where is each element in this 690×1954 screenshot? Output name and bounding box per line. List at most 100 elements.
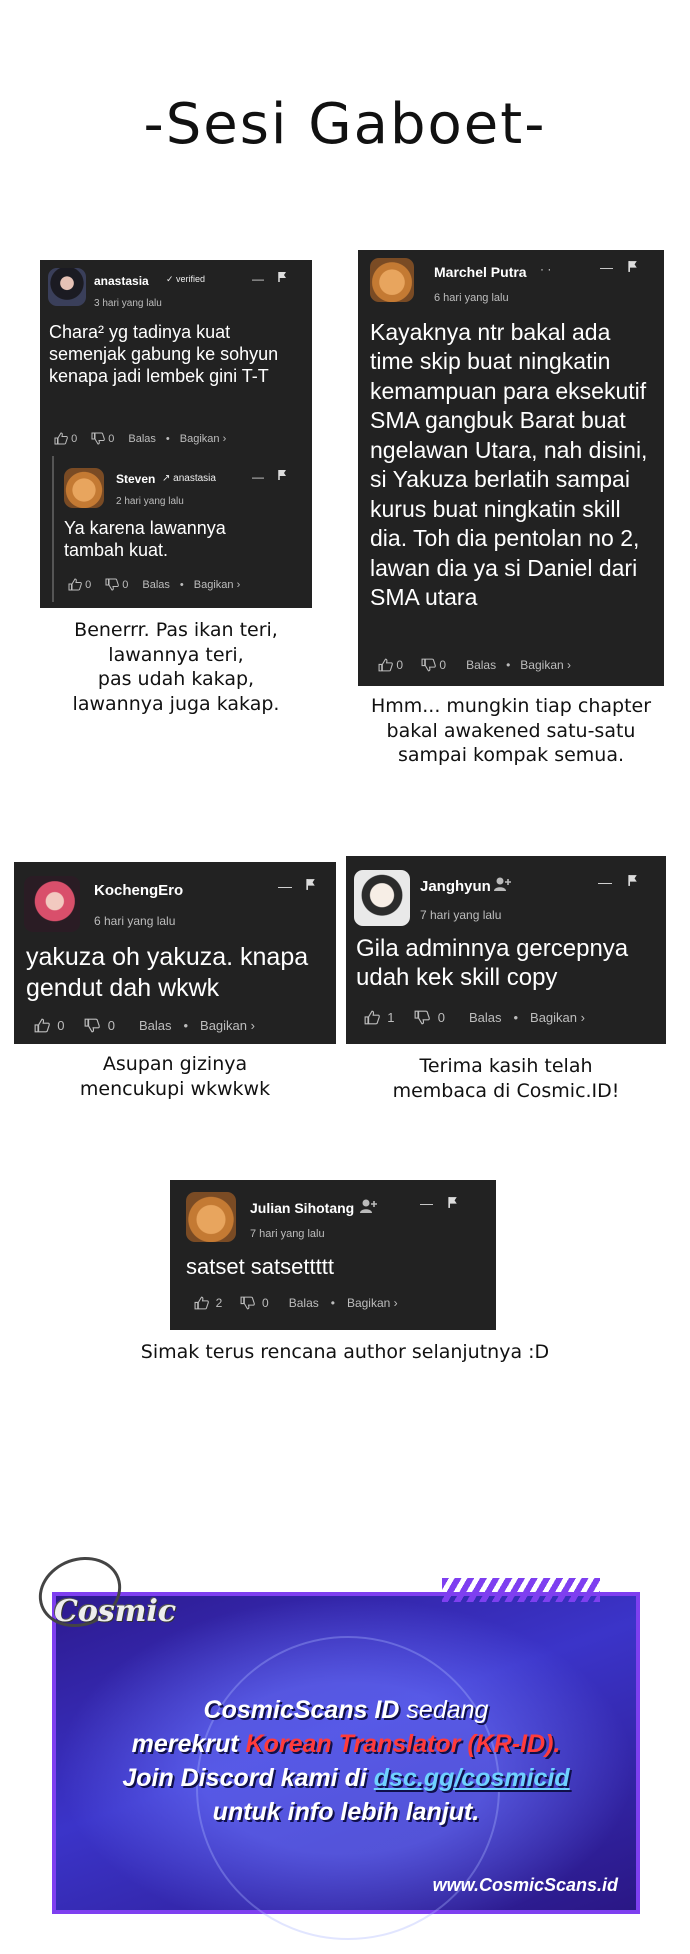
avatar[interactable] xyxy=(48,268,86,306)
thumb-up-icon xyxy=(378,658,393,672)
thumb-up-icon xyxy=(34,1018,50,1033)
flag-icon[interactable] xyxy=(278,469,288,481)
flag-icon[interactable] xyxy=(628,874,639,887)
banner-line-2: merekrut Korean Translator (KR-ID). xyxy=(131,1730,561,1758)
share-button[interactable]: Bagikan › xyxy=(520,658,571,672)
caption-2: Hmm... mungkin tiap chapter bakal awakene… xyxy=(370,695,652,767)
reply-to[interactable]: ↗ anastasia xyxy=(162,473,216,484)
banner-line-3: Join Discord kami di dsc.gg/cosmicid xyxy=(122,1764,570,1792)
banner-site-link[interactable]: www.CosmicScans.id xyxy=(433,1875,618,1896)
like-button[interactable]: 1 xyxy=(364,1010,394,1025)
avatar[interactable] xyxy=(24,876,80,932)
reply-text: Ya karena lawannya tambah kuat. xyxy=(64,518,226,560)
comment-text: satset satsettttt xyxy=(186,1254,334,1279)
banner-stripes xyxy=(442,1578,600,1602)
minimize-icon[interactable]: — xyxy=(252,272,264,286)
comment-actions: 1 0 Balas • Bagikan › xyxy=(364,1010,585,1025)
comment-time: 7 hari yang lalu xyxy=(250,1228,325,1240)
like-button[interactable]: 0 xyxy=(68,578,91,591)
reply-button[interactable]: Balas xyxy=(142,579,170,591)
comment-username[interactable]: KochengEro xyxy=(94,882,183,899)
comment-text: Kayaknya ntr bakal ada time skip buat ni… xyxy=(370,319,648,610)
like-button[interactable]: 0 xyxy=(378,658,403,672)
dislike-button[interactable]: 0 xyxy=(84,1018,115,1033)
minimize-icon[interactable]: — xyxy=(278,878,292,894)
thumb-down-icon xyxy=(421,658,436,672)
add-user-icon[interactable] xyxy=(360,1198,378,1214)
discord-link[interactable]: dsc.gg/cosmicid xyxy=(374,1764,570,1792)
comment-time: 7 hari yang lalu xyxy=(420,908,502,922)
reply-time: 2 hari yang lalu xyxy=(116,496,184,507)
thumb-up-icon xyxy=(194,1296,209,1310)
share-button[interactable]: Bagikan › xyxy=(194,579,240,591)
comment-username[interactable]: anastasia xyxy=(94,274,149,288)
minimize-icon[interactable]: — xyxy=(600,260,613,275)
page-title: -Sesi Gaboet- xyxy=(143,92,547,157)
comment-time: 6 hari yang lalu xyxy=(434,292,509,304)
avatar[interactable] xyxy=(370,258,414,302)
thumb-down-icon xyxy=(415,1010,431,1025)
like-button[interactable]: 0 xyxy=(54,432,77,445)
reply-button[interactable]: Balas xyxy=(139,1018,172,1033)
caption-5: Simak terus rencana author selanjutnya :… xyxy=(140,1341,550,1363)
comment-card-anastasia: anastasia ✓ verified — 3 hari yang lalu … xyxy=(40,260,312,608)
avatar[interactable] xyxy=(64,468,104,508)
share-button[interactable]: Bagikan › xyxy=(200,1018,255,1033)
flag-icon[interactable] xyxy=(448,1196,459,1209)
banner-line-1: CosmicScans ID sedang xyxy=(203,1696,489,1724)
reply-button[interactable]: Balas xyxy=(469,1010,502,1025)
comment-time: 3 hari yang lalu xyxy=(94,298,162,309)
thumb-down-icon xyxy=(240,1296,256,1310)
like-button[interactable]: 0 xyxy=(34,1018,64,1033)
add-user-icon[interactable] xyxy=(494,876,512,892)
thread-line xyxy=(52,456,54,602)
cosmic-logo: Cosmic xyxy=(28,1545,176,1639)
comment-text: Gila adminnya gercepnya udah kek skill c… xyxy=(356,935,629,992)
dislike-button[interactable]: 0 xyxy=(414,1010,445,1025)
comment-username[interactable]: Marchel Putra xyxy=(434,264,527,280)
comment-username[interactable]: Janghyun xyxy=(420,878,491,895)
thumb-up-icon xyxy=(364,1010,380,1025)
comment-time: 6 hari yang lalu xyxy=(94,914,176,928)
flag-icon[interactable] xyxy=(278,271,288,283)
caption-1: Benerrr. Pas ikan teri, lawannya teri, pas… xyxy=(72,619,280,716)
dislike-button[interactable]: 0 xyxy=(240,1296,269,1310)
avatar[interactable] xyxy=(186,1192,236,1242)
dislike-button[interactable]: 0 xyxy=(421,658,446,672)
comment-card-janghyun: Janghyun — 7 hari yang lalu Gila adminny… xyxy=(346,856,666,1044)
comment-card-julian: Julian Sihotang — 7 hari yang lalu satse… xyxy=(170,1180,496,1330)
comment-username[interactable]: Julian Sihotang xyxy=(250,1200,354,1216)
reply-button[interactable]: Balas xyxy=(466,658,496,672)
more-icon[interactable]: · · xyxy=(540,262,551,276)
share-button[interactable]: Bagikan › xyxy=(530,1010,585,1025)
thumb-down-icon xyxy=(91,432,106,445)
share-button[interactable]: Bagikan › xyxy=(347,1296,398,1310)
reply-actions: 0 0 Balas • Bagikan › xyxy=(68,578,240,591)
caption-4: Terima kasih telah membaca di Cosmic.ID! xyxy=(392,1055,620,1102)
dislike-button[interactable]: 0 xyxy=(91,432,114,445)
minimize-icon[interactable]: — xyxy=(420,1196,433,1211)
like-button[interactable]: 2 xyxy=(194,1296,222,1310)
comment-actions: 2 0 Balas • Bagikan › xyxy=(194,1296,398,1310)
thumb-up-icon xyxy=(54,432,68,445)
minimize-icon[interactable]: — xyxy=(252,470,264,484)
reply-button[interactable]: Balas xyxy=(128,433,156,445)
reply-button[interactable]: Balas xyxy=(289,1296,319,1310)
comment-text: Chara² yg tadinya kuat semenjak gabung k… xyxy=(49,322,279,386)
dislike-button[interactable]: 0 xyxy=(105,578,128,591)
minimize-icon[interactable]: — xyxy=(598,874,612,890)
comment-actions: 0 0 Balas • Bagikan › xyxy=(34,1018,255,1033)
comment-card-kochengero: KochengEro — 6 hari yang lalu yakuza oh … xyxy=(14,862,336,1044)
thumb-down-icon xyxy=(85,1018,101,1033)
thumb-down-icon xyxy=(105,578,120,591)
avatar[interactable] xyxy=(354,870,410,926)
thumb-up-icon xyxy=(68,578,82,591)
caption-3: Asupan gizinya mencukupi wkwkwk xyxy=(79,1053,271,1100)
banner-line-4: untuk info lebih lanjut. xyxy=(212,1798,480,1826)
flag-icon[interactable] xyxy=(628,260,639,273)
flag-icon[interactable] xyxy=(306,878,317,891)
reply-username[interactable]: Steven xyxy=(116,472,155,486)
recruitment-banner[interactable]: CosmicScans ID sedang merekrut Korean Tr… xyxy=(52,1578,640,1940)
share-button[interactable]: Bagikan › xyxy=(180,433,226,445)
comment-card-marchel: Marchel Putra · · — 6 hari yang lalu Kay… xyxy=(358,250,664,686)
